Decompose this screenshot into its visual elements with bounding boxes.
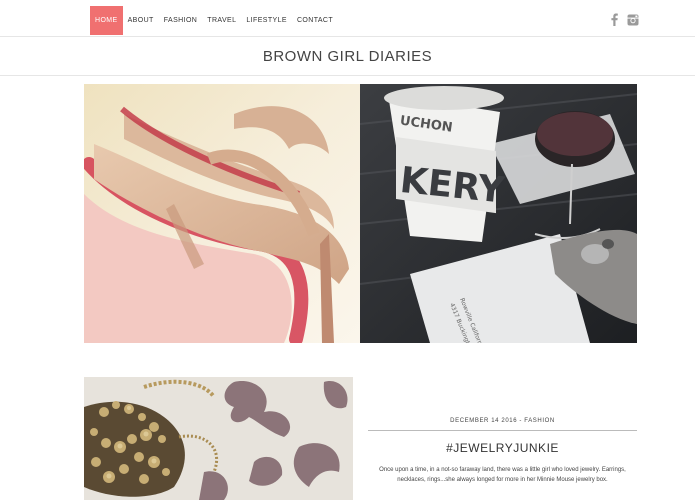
post-image-jewelry[interactable] (84, 377, 353, 500)
post-excerpt-card: DECEMBER 14 2016 - FASHION #JEWELRYJUNKI… (368, 418, 637, 485)
instagram-icon[interactable] (627, 14, 639, 26)
post-image-coffee[interactable]: KERY UCHON 4317 Buckingham Rowville Cali… (360, 84, 637, 343)
nav-item-contact[interactable]: CONTACT (292, 6, 338, 35)
nav-item-about[interactable]: ABOUT (123, 6, 159, 35)
site-header: BROWN GIRL DIARIES (0, 37, 695, 76)
social-links (611, 13, 639, 26)
nav-item-travel[interactable]: TRAVEL (202, 6, 241, 35)
post-excerpt-text: Once upon a time, in a not-so faraway la… (379, 467, 626, 483)
facebook-icon[interactable] (611, 13, 618, 26)
nav-item-lifestyle[interactable]: LIFESTYLE (241, 6, 292, 35)
post-title[interactable]: #JEWELRYJUNKIE (368, 441, 637, 455)
nav-item-home[interactable]: HOME (90, 6, 123, 35)
main-nav: HOME ABOUT FASHION TRAVEL LIFESTYLE CONT… (90, 6, 338, 35)
post-image-shoes[interactable] (84, 84, 360, 343)
site-title[interactable]: BROWN GIRL DIARIES (263, 48, 432, 65)
post-divider (368, 430, 637, 431)
post-meta[interactable]: DECEMBER 14 2016 - FASHION (368, 418, 637, 424)
top-navigation-bar: HOME ABOUT FASHION TRAVEL LIFESTYLE CONT… (0, 0, 695, 37)
nav-item-fashion[interactable]: FASHION (159, 6, 203, 35)
